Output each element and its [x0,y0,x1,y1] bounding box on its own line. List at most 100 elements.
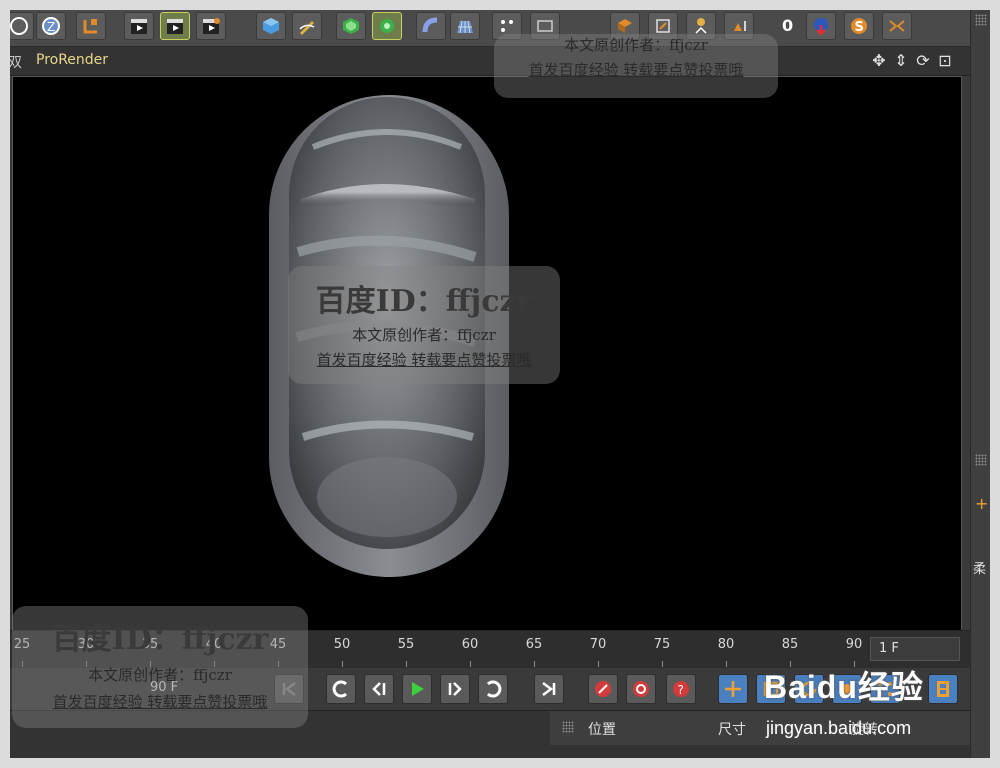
prorender-menu[interactable]: ProRender [36,52,108,68]
keyframe-selection-button[interactable]: ? [666,674,696,704]
baidu-url: jingyan.baidu.com [766,718,912,738]
question-key-icon: ? [673,681,689,697]
watermark-author-line: 本文原创作者：ffjczr [564,36,708,54]
dots-icon [501,20,513,32]
timeline-tick-mark [406,661,407,667]
viewport-menu-partial-item[interactable]: 双 [10,52,22,72]
size-label: 尺寸 [718,722,746,738]
workplane-icon [618,19,632,33]
render-view-button[interactable] [124,12,154,40]
cube-icon [263,18,279,34]
watermark-id: 百度ID：ffjczr [315,284,533,319]
soft-tab[interactable]: 柔 [973,558,986,577]
main-toolbar: Z 0 S [10,10,970,47]
sketch-counter: 0 [782,16,794,35]
rotate-view-icon[interactable]: ⟳ [914,52,932,70]
record-keys-button[interactable] [588,674,618,704]
play-button[interactable] [402,674,432,704]
watermark-bottom: 百度ID：ffjczr 本文原创作者：ffjczr 首发百度经验 转载要点赞投票… [12,606,308,728]
watermark-promo-line: 首发百度经验 转载要点赞投票哦 [52,693,268,711]
goto-end-icon [542,682,556,696]
position-label: 位置 [588,722,616,738]
toggle-view-icon[interactable]: ⊡ [936,52,954,70]
watermark-author-line: 本文原创作者：ffjczr [352,326,496,344]
move-arrows-icon [725,681,741,697]
timeline-tick-label: 60 [461,637,479,652]
viewport-menu-bar: 双 ProRender ✥ ⇕ ⟳ ⊡ [10,47,970,76]
camera-icon [537,20,553,32]
move-view-icon[interactable]: ✥ [870,52,888,70]
world-axis-icon [83,19,97,34]
watermark-promo-line: 首发百度经验 转载要点赞投票哦 [528,61,744,79]
cube-primitive-button[interactable] [256,12,286,40]
clapperboard-gear-icon [203,18,220,34]
right-panel-strip: + 柔 [970,10,990,758]
subdivision-surface-button[interactable] [336,12,366,40]
current-frame-field[interactable]: 1 F [870,637,960,661]
bend-deformer-icon [422,17,438,33]
timeline-tick-label: 65 [525,637,543,652]
s-logo-icon: S [851,18,867,35]
panel-grip-icon[interactable] [975,14,987,26]
watermark-author-line: 本文原创作者：ffjczr [88,666,232,684]
floor-button[interactable] [450,12,480,40]
render-to-picture-viewer-button[interactable] [160,12,190,40]
collapse-arrows-icon [889,20,905,32]
add-icon[interactable]: + [975,494,988,513]
pen-spline-button[interactable] [292,12,322,40]
play-icon [412,682,424,696]
panel-grip-icon[interactable] [975,454,987,466]
material-ball-icon [814,18,828,35]
prev-frame-icon [372,682,386,696]
timeline-tick-mark [534,661,535,667]
goto-end-button[interactable] [534,674,564,704]
prev-key-button[interactable] [326,674,356,704]
baidu-logo-text: Baidu经验 [764,669,924,705]
watermark-top: 本文原创作者：ffjczr 首发百度经验 转载要点赞投票哦 [494,34,778,98]
zoom-view-icon[interactable]: ⇕ [892,52,910,70]
prev-key-icon [332,680,348,698]
render-settings-button[interactable] [196,12,226,40]
timeline-tick-label: 80 [717,637,735,652]
autokey-icon [633,681,649,697]
clapperboard-icon [131,19,147,34]
y-axis-lock-button[interactable] [10,12,34,40]
subdivision-icon [343,18,359,34]
z-axis-icon: Z [42,17,60,35]
next-frame-button[interactable] [440,674,470,704]
baidu-jingyan-logo: Baidu经验 jingyan.baidu.com [764,662,964,742]
svg-text:Z: Z [47,20,55,34]
next-key-button[interactable] [478,674,508,704]
axis-arrows-icon [695,18,707,34]
coordinate-system-button[interactable] [76,12,106,40]
deformer-button[interactable] [416,12,446,40]
svg-text:S: S [855,20,864,35]
watermark-id: 百度ID：ffjczr [51,622,269,657]
timeline-tick-label: 90 [845,637,863,652]
timeline-tick-label: 50 [333,637,351,652]
script-button[interactable]: S [844,12,874,40]
prev-frame-button[interactable] [364,674,394,704]
autokey-button[interactable] [626,674,656,704]
timeline-tick-label: 70 [589,637,607,652]
svg-text:?: ? [678,683,684,697]
panel-grip-icon[interactable] [562,721,574,733]
timeline-tick-label: 85 [781,637,799,652]
collapse-button[interactable] [882,12,912,40]
pen-icon [299,21,315,35]
record-key-icon [595,681,611,697]
timeline-tick-mark [342,661,343,667]
clapperboard-icon [167,19,183,34]
floor-grid-icon [457,20,473,34]
move-tool-button[interactable] [718,674,748,704]
cloner-icon [380,19,394,33]
cloner-button[interactable] [372,12,402,40]
watermark-promo-line: 首发百度经验 转载要点赞投票哦 [316,351,532,369]
z-axis-lock-button[interactable]: Z [36,12,66,40]
timeline-tick-mark [598,661,599,667]
next-key-icon [486,680,502,698]
material-button[interactable] [806,12,836,40]
timeline-tick-mark [470,661,471,667]
y-axis-icon [10,17,28,35]
watermark-center: 百度ID：ffjczr 本文原创作者：ffjczr 首发百度经验 转载要点赞投票… [288,266,560,384]
